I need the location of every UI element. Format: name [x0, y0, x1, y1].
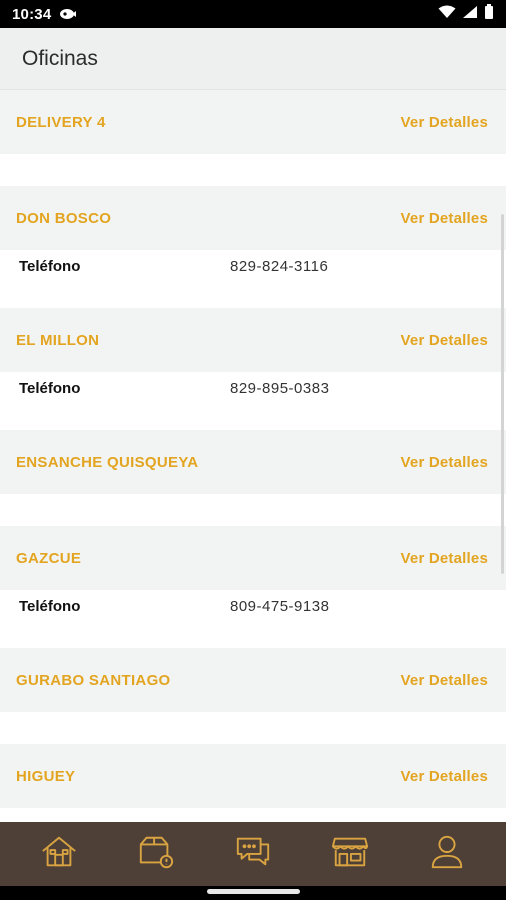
gesture-area	[0, 886, 506, 900]
office-list[interactable]: DELIVERY 4 Ver Detalles DON BOSCO Ver De…	[0, 90, 506, 822]
nav-item-chat[interactable]	[223, 830, 283, 878]
office-header: ENSANCHE QUISQUEYA Ver Detalles	[0, 430, 506, 494]
office-phone-row: Teléfono 829-824-3116	[0, 250, 506, 308]
scrollbar-thumb[interactable]	[501, 214, 504, 574]
office-body	[0, 154, 506, 186]
app-screen: Oficinas DELIVERY 4 Ver Detalles DON BOS…	[0, 28, 506, 900]
bottom-navigation	[0, 822, 506, 886]
office-header: GURABO SANTIAGO Ver Detalles	[0, 648, 506, 712]
office-name: GAZCUE	[16, 549, 82, 567]
office-name: DELIVERY 4	[16, 113, 106, 131]
view-details-link[interactable]: Ver Detalles	[401, 672, 488, 689]
wifi-icon	[438, 5, 456, 24]
home-gesture-bar[interactable]	[207, 889, 300, 894]
user-icon	[428, 833, 466, 876]
view-details-link[interactable]: Ver Detalles	[401, 454, 488, 471]
home-icon	[40, 833, 78, 876]
store-icon	[331, 833, 369, 876]
status-bar: 10:34	[0, 0, 506, 28]
status-icons	[438, 4, 494, 24]
view-details-link[interactable]: Ver Detalles	[401, 550, 488, 567]
app-bar: Oficinas	[0, 28, 506, 90]
office-name: ENSANCHE QUISQUEYA	[16, 453, 199, 471]
office-phone-row: Teléfono 829-895-0383	[0, 372, 506, 430]
office-name: GURABO SANTIAGO	[16, 671, 171, 689]
phone-label: Teléfono	[19, 258, 81, 275]
phone-label: Teléfono	[19, 598, 81, 615]
page-title: Oficinas	[22, 46, 98, 70]
office-header: GAZCUE Ver Detalles	[0, 526, 506, 590]
phone-label: Teléfono	[19, 380, 81, 397]
office-body	[0, 494, 506, 526]
phone-number: 829-824-3116	[230, 258, 329, 275]
view-details-link[interactable]: Ver Detalles	[401, 332, 488, 349]
office-header: HIGUEY Ver Detalles	[0, 744, 506, 808]
view-details-link[interactable]: Ver Detalles	[401, 210, 488, 227]
nav-item-profile[interactable]	[417, 830, 477, 878]
package-icon	[137, 833, 175, 876]
office-phone-row: Teléfono 809-475-9138	[0, 590, 506, 648]
office-name: DON BOSCO	[16, 209, 112, 227]
signal-icon	[462, 5, 478, 24]
battery-icon	[484, 4, 494, 24]
nav-item-packages[interactable]	[126, 830, 186, 878]
chat-icon	[234, 833, 272, 876]
view-details-link[interactable]: Ver Detalles	[401, 768, 488, 785]
phone-frame: 10:34 Oficinas DELIVERY 4 Ver Detalles D…	[0, 0, 506, 900]
office-header: DELIVERY 4 Ver Detalles	[0, 90, 506, 154]
nav-item-offices[interactable]	[320, 830, 380, 878]
office-name: HIGUEY	[16, 767, 76, 785]
office-body	[0, 808, 506, 822]
office-body	[0, 712, 506, 744]
notification-icon	[59, 7, 77, 21]
nav-item-home[interactable]	[29, 830, 89, 878]
office-header: DON BOSCO Ver Detalles	[0, 186, 506, 250]
phone-number: 829-895-0383	[230, 380, 330, 397]
view-details-link[interactable]: Ver Detalles	[401, 114, 488, 131]
office-name: EL MILLON	[16, 331, 100, 349]
office-header: EL MILLON Ver Detalles	[0, 308, 506, 372]
status-time: 10:34	[12, 5, 52, 23]
phone-number: 809-475-9138	[230, 598, 330, 615]
